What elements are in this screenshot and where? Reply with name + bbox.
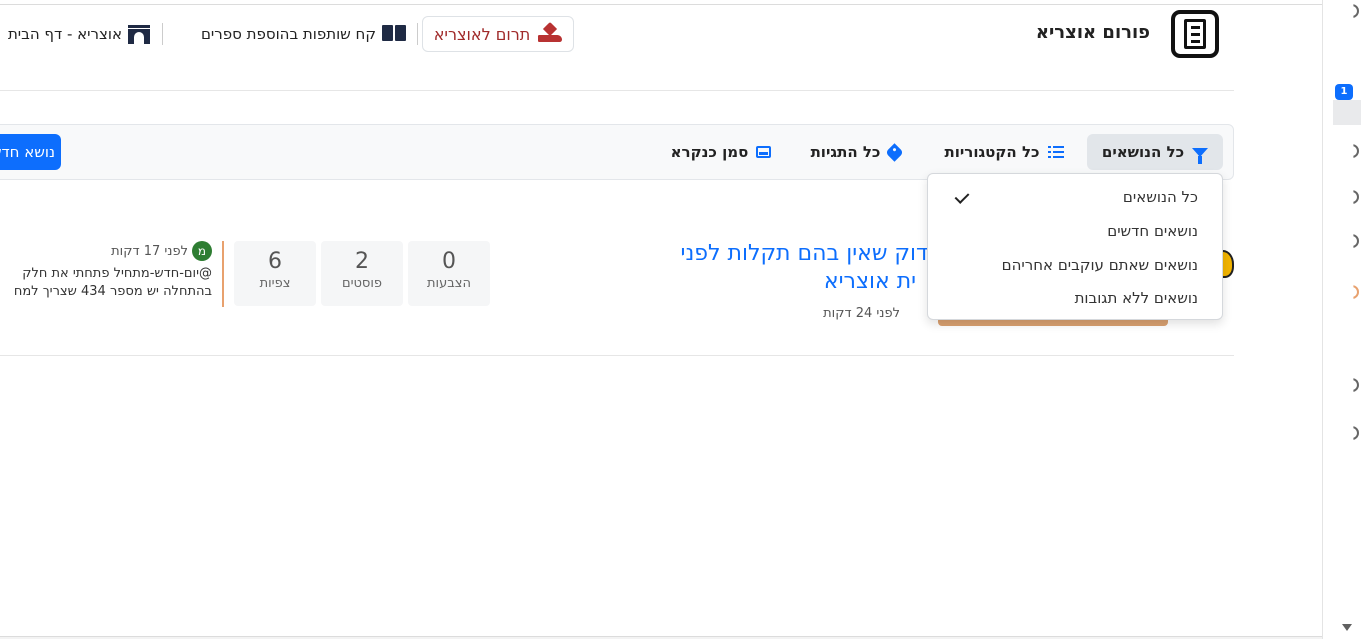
filter-dropdown-button[interactable]: כל הנושאים <box>1087 134 1223 170</box>
archway-icon <box>127 24 150 44</box>
sidebar-nav-icon[interactable] <box>1353 426 1359 440</box>
site-logo-icon[interactable] <box>1171 10 1219 58</box>
header-divider <box>0 90 1234 91</box>
new-topic-button[interactable]: נושא חדש <box>0 134 61 170</box>
site-title[interactable]: פורום אוצריא <box>1000 22 1150 43</box>
topic-time: לפני 24 דקות <box>823 306 900 321</box>
book-open-icon <box>382 25 406 43</box>
dropdown-item-watched-topics[interactable]: נושאים שאתם עוקבים אחריהם <box>928 250 1222 280</box>
last-post-preview-line: בהתחלה יש מספר 434 שצריך למח <box>13 284 212 299</box>
home-link[interactable]: אוצריא - דף הבית <box>0 22 150 46</box>
scroll-down-arrow-icon[interactable] <box>1342 624 1352 631</box>
sidebar-nav-icon[interactable] <box>1353 190 1359 204</box>
filter-icon <box>1192 147 1209 164</box>
avatar[interactable]: מ <box>192 241 212 261</box>
tags-button[interactable]: כל התגיות <box>800 134 912 170</box>
header-separator <box>417 23 418 45</box>
mark-read-button[interactable]: סמן כנקרא <box>664 134 778 170</box>
right-sidebar: 1 <box>1322 0 1361 639</box>
views-label: צפיות <box>259 276 291 291</box>
sidebar-logo-icon[interactable] <box>1353 4 1359 18</box>
mark-read-label: סמן כנקרא <box>670 143 749 161</box>
votes-count: 0 <box>442 249 456 274</box>
votes-stat: 0 הצבעות <box>408 241 490 306</box>
header-separator <box>162 23 163 45</box>
notification-badge: 1 <box>1335 84 1353 100</box>
heart-hand-icon <box>538 21 563 44</box>
sidebar-active-item[interactable] <box>1333 100 1361 125</box>
categories-button[interactable]: כל הקטגוריות <box>934 134 1074 170</box>
views-stat: 6 צפיות <box>234 241 316 306</box>
posts-stat: 2 פוסטים <box>321 241 403 306</box>
dropdown-item-all-topics[interactable]: כל הנושאים <box>928 182 1222 212</box>
dropdown-item-unreplied-topics[interactable]: נושאים ללא תגובות <box>928 283 1222 313</box>
list-icon <box>1047 145 1064 159</box>
tags-icon <box>885 142 905 162</box>
row-divider <box>0 355 1234 356</box>
dropdown-item-new-topics[interactable]: נושאים חדשים <box>928 216 1222 246</box>
top-border <box>0 4 1322 5</box>
views-count: 6 <box>268 249 282 274</box>
last-post-teaser[interactable]: מ לפני 17 דקות @יום-חדש-מתחיל פתחתי את ח… <box>0 241 224 307</box>
last-post-time[interactable]: לפני 17 דקות <box>111 244 188 259</box>
categories-label: כל הקטגוריות <box>944 143 1040 161</box>
home-link-label: אוצריא - דף הבית <box>7 25 122 43</box>
tags-label: כל התגיות <box>810 143 881 161</box>
donate-label: תרום לאוצריא <box>433 24 531 44</box>
sidebar-nav-icon[interactable] <box>1353 234 1359 248</box>
donate-button[interactable]: תרום לאוצריא <box>422 16 574 52</box>
sidebar-nav-icon[interactable] <box>1353 144 1359 158</box>
sidebar-nav-icon[interactable] <box>1353 285 1359 299</box>
filter-dropdown-menu: כל הנושאים נושאים חדשים נושאים שאתם עוקב… <box>927 173 1223 320</box>
inbox-icon <box>756 146 772 158</box>
last-post-preview-line: @יום-חדש-מתחיל פתחתי את חלק <box>22 266 212 281</box>
filter-label: כל הנושאים <box>1101 143 1185 161</box>
sidebar-nav-icon[interactable] <box>1353 378 1359 392</box>
posts-count: 2 <box>355 249 369 274</box>
add-books-link[interactable]: קח שותפות בהוספת ספרים <box>176 22 406 46</box>
votes-label: הצבעות <box>427 276 471 291</box>
add-books-label: קח שותפות בהוספת ספרים <box>200 25 376 43</box>
posts-label: פוסטים <box>341 276 383 291</box>
